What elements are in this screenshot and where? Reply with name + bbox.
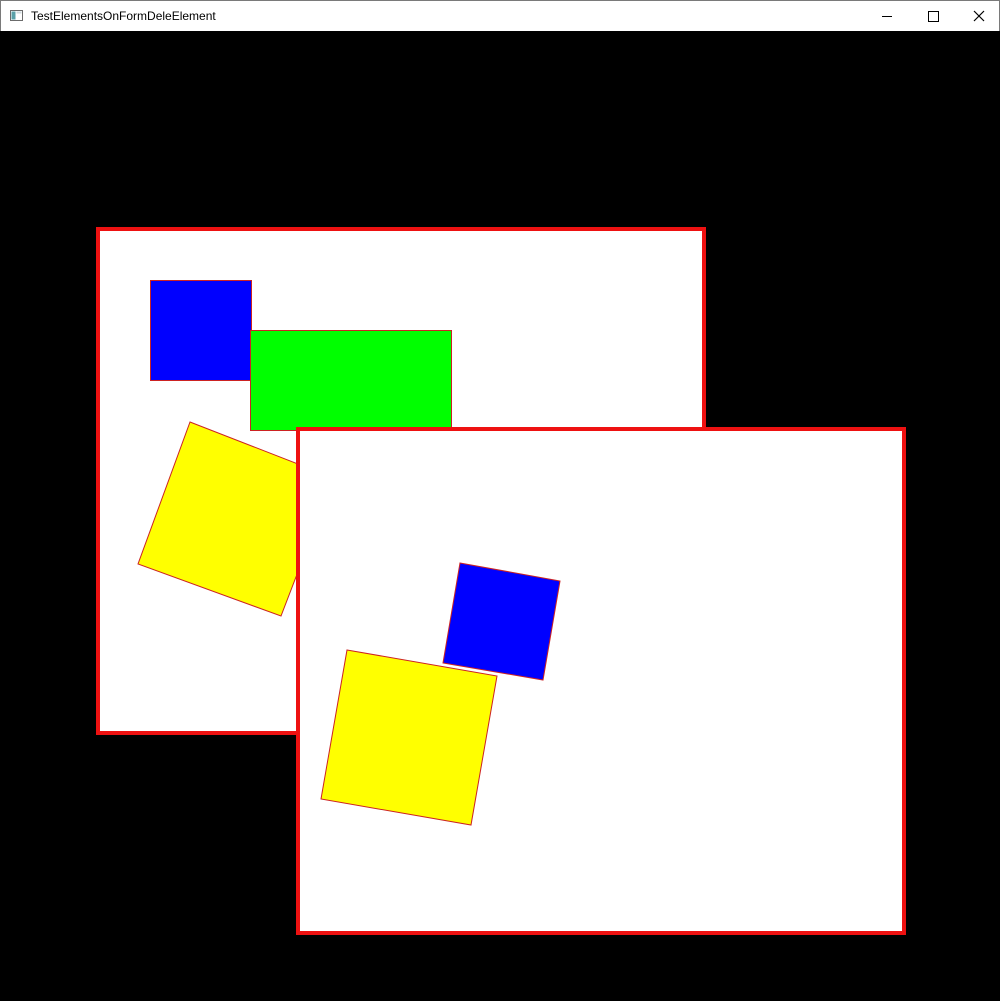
front-blue-rotated-square[interactable] xyxy=(442,562,561,681)
app-window: TestElementsOnFormDeleElement xyxy=(0,0,1000,1001)
back-blue-square[interactable] xyxy=(150,280,252,381)
scene-layer xyxy=(96,227,906,935)
back-green-rectangle[interactable] xyxy=(250,330,452,431)
front-yellow-rotated-square[interactable] xyxy=(320,649,498,826)
